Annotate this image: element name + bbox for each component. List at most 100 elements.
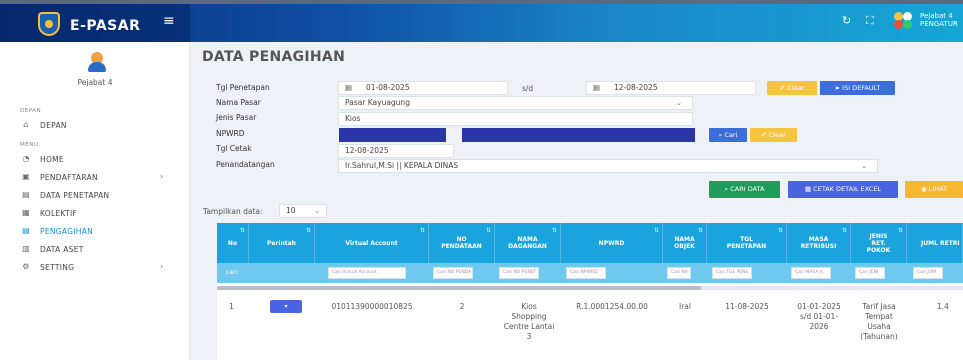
top-navbar: E-PASAR ≡ ↻ ⛶ Pejabat 4 PENGATUR [0, 0, 963, 42]
nama-pasar-label: Nama Pasar [216, 98, 261, 107]
filter-label: cari: [226, 269, 240, 276]
asset-icon: ▥ [22, 244, 30, 253]
brand[interactable]: E-PASAR [0, 4, 190, 42]
filter-tgl-penetapan[interactable]: Cari TGL PENE [712, 267, 752, 279]
date-from-input[interactable]: ▦ 01-08-2025 [338, 81, 508, 95]
sort-icon: ⇅ [419, 227, 425, 234]
page-size-value: 10 [286, 206, 296, 215]
eraser-icon: ✐ [761, 131, 769, 139]
cell-no: 1 [229, 302, 234, 311]
date-to-value: 12-08-2025 [614, 83, 658, 92]
column-header-jumlah[interactable]: JUML RETRI [907, 223, 963, 263]
chevron-right-icon: › [160, 262, 164, 271]
tgl-cetak-input[interactable]: 12-08-2025 [338, 144, 454, 158]
sidebar-item-setting[interactable]: ⚙ SETTING › [20, 262, 180, 276]
nama-pasar-select[interactable]: Pasar Kayuagung ⌄ [338, 96, 693, 110]
tgl-cetak-label: Tgl Cetak [216, 144, 252, 153]
cell-virtual-account: 01011390000010825 [331, 302, 413, 311]
cell-tgl-penetapan: 11-08-2025 [725, 302, 769, 311]
penandatangan-value: Ir.Sahrul,M.Si || KEPALA DINAS [345, 161, 459, 170]
column-header-npwrd[interactable]: NPWRD ⇅ [561, 223, 663, 263]
date-from-value: 01-08-2025 [366, 83, 410, 92]
sidebar-item-label: PENDAFTARAN [40, 173, 98, 182]
sidebar-item-data-penetapan[interactable]: ▤ DATA PENETAPAN [20, 190, 180, 204]
chevron-down-icon: ⌄ [314, 207, 320, 215]
cell-jumlah: 1.4 [937, 302, 949, 311]
penandatangan-select[interactable]: Ir.Sahrul,M.Si || KEPALA DINAS ⌄ [338, 159, 878, 173]
sidebar-item-label: SETTING [40, 263, 75, 272]
user-role: PENGATUR [920, 20, 958, 28]
jenis-pasar-label: Jenis Pasar [216, 113, 257, 122]
page-size-select[interactable]: 10 ⌄ [279, 204, 327, 218]
sidebar: Pejabat 4 DEPAN ⌂ DEPAN MENU ◔ HOME ▣ PE… [0, 42, 190, 360]
cari-data-button[interactable]: ⌕ CARI DATA [709, 181, 780, 198]
column-header-no-pendataan[interactable]: NO PENDATAAN ⇅ [429, 223, 495, 263]
section-menu: MENU [20, 142, 39, 148]
section-depan: DEPAN [20, 108, 42, 114]
filter-virtual-account[interactable]: Cari Virtual Account [328, 267, 406, 279]
user-menu[interactable]: Pejabat 4 PENGATUR [920, 12, 958, 28]
nama-pasar-value: Pasar Kayuagung [345, 98, 410, 107]
date-range-separator: s/d [522, 84, 534, 93]
column-header-virtual-account[interactable]: Virtual Account ⇅ [315, 223, 429, 263]
filter-no-pendataan[interactable]: Cari NO PENDA [433, 267, 473, 279]
sidebar-item-depan[interactable]: ⌂ DEPAN [20, 120, 180, 134]
filter-nama-dagangan[interactable]: Cari NO PENET [499, 267, 539, 279]
row-action-button[interactable]: ▾ [270, 300, 302, 313]
sidebar-item-home[interactable]: ◔ HOME [20, 154, 180, 168]
clear-npwrd-button[interactable]: ✐ Clear [750, 128, 797, 142]
filter-npwrd[interactable]: Cari NPWRD [566, 267, 606, 279]
column-header-jenis-ret[interactable]: JENIS RET. POKOK ⇅ [851, 223, 907, 263]
menu-toggle-icon[interactable]: ≡ [163, 14, 175, 28]
filter-nama-objek[interactable]: Cari NA [667, 267, 691, 279]
tgl-cetak-value: 12-08-2025 [345, 146, 389, 155]
jenis-pasar-field[interactable]: Kios [338, 112, 693, 126]
cetak-excel-button[interactable]: ▦ CETAK DETAIL EXCEL [788, 181, 898, 198]
sidebar-item-kolektif[interactable]: ▦ KOLEKTIF [20, 208, 180, 222]
cari-npwrd-button[interactable]: ⌕ Cari [709, 128, 747, 142]
sidebar-item-label: HOME [40, 155, 64, 164]
page-size-label: Tampilkan data: [203, 207, 263, 216]
cetak-excel-label: CETAK DETAIL EXCEL [813, 185, 882, 193]
user-name: Pejabat 4 [920, 12, 953, 20]
column-header-no[interactable]: No ⇅ [217, 223, 249, 263]
chevron-down-icon: ⌄ [861, 162, 867, 170]
chevron-right-icon: › [160, 172, 164, 181]
npwrd-input-part1[interactable] [339, 128, 446, 142]
sort-icon: ⇅ [897, 227, 903, 234]
billing-table: No ⇅ Perintah ⇅ Virtual Account ⇅ NO PENDAT… [217, 223, 963, 360]
scrollbar-thumb[interactable] [217, 286, 701, 290]
horizontal-scrollbar[interactable] [217, 286, 963, 290]
date-to-input[interactable]: ▦ 12-08-2025 [586, 81, 756, 95]
calendar-icon: ▦ [593, 83, 601, 92]
refresh-icon[interactable]: ↻ [842, 15, 851, 26]
sidebar-item-pengagihan[interactable]: ▤ PENGAGIHAN [20, 226, 180, 240]
sidebar-item-pendaftaran[interactable]: ▣ PENDAFTARAN › [20, 172, 180, 186]
isi-default-button[interactable]: ➤ ISI DEFAULT [820, 81, 895, 95]
fullscreen-icon[interactable]: ⛶ [866, 15, 874, 26]
lihat-button[interactable]: ◉ LIHAT [905, 181, 963, 198]
billing-icon: ▤ [22, 226, 30, 235]
column-header-nama-dagangan[interactable]: NAMA DAGANGAN ⇅ [495, 223, 561, 263]
clear-date-button[interactable]: ✐ Clear [767, 81, 817, 95]
npwrd-label: NPWRD [216, 129, 245, 138]
cell-no-pendataan: 2 [459, 302, 465, 311]
npwrd-input-part2[interactable] [462, 128, 695, 142]
sort-icon: ⇅ [653, 227, 659, 234]
filter-jenis-ret[interactable]: Cari JENI [855, 267, 885, 279]
clear-npwrd-label: Clear [768, 131, 786, 139]
filter-masa-retribusi[interactable]: Cari MASA R [791, 267, 831, 279]
home-icon: ⌂ [23, 120, 29, 129]
filter-jumlah[interactable]: Cari JUM [913, 267, 943, 279]
sidebar-item-data-aset[interactable]: ▥ DATA ASET [20, 244, 180, 258]
profile-avatar-icon [88, 52, 106, 74]
jenis-pasar-value: Kios [345, 114, 361, 123]
isi-default-label: ISI DEFAULT [842, 84, 881, 92]
column-header-nama-objek[interactable]: NAMA OBJEK ⇅ [663, 223, 707, 263]
user-avatar-icon[interactable] [894, 12, 914, 30]
calendar-icon: ▦ [345, 83, 353, 92]
column-header-perintah[interactable]: Perintah ⇅ [249, 223, 315, 263]
app-logo-icon [38, 12, 60, 36]
column-header-tgl-penetapan[interactable]: TGL PENETAPAN ⇅ [707, 223, 787, 263]
column-header-masa-retribusi[interactable]: MASA RETRIBUSI ⇅ [787, 223, 851, 263]
